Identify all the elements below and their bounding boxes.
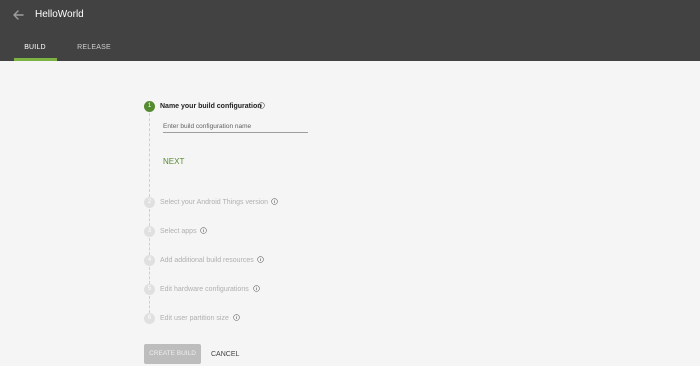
info-icon[interactable] xyxy=(258,102,265,109)
info-icon[interactable] xyxy=(257,256,264,263)
step-label: Add additional build resources xyxy=(160,257,254,264)
cancel-button[interactable]: CANCEL xyxy=(211,350,239,359)
step-connector xyxy=(149,209,150,226)
active-tab-indicator xyxy=(14,58,57,61)
app-title: HelloWorld xyxy=(35,9,84,20)
step-number: 6 xyxy=(144,313,155,324)
step-label: Edit hardware configurations xyxy=(160,286,249,293)
step-label: Select apps xyxy=(160,228,197,235)
step-label: Edit user partition size xyxy=(160,315,229,322)
step-number: 2 xyxy=(144,197,155,208)
info-icon[interactable] xyxy=(233,314,240,321)
info-icon[interactable] xyxy=(200,227,207,234)
info-icon[interactable] xyxy=(271,198,278,205)
step-number: 5 xyxy=(144,284,155,295)
next-button[interactable]: NEXT xyxy=(163,157,184,167)
build-name-input[interactable] xyxy=(163,120,308,133)
step-connector xyxy=(149,113,150,197)
step-number: 4 xyxy=(144,255,155,266)
arrow-back-icon[interactable] xyxy=(10,7,26,23)
tab-build[interactable]: BUILD xyxy=(14,38,56,59)
step-number: 3 xyxy=(144,226,155,237)
step-connector xyxy=(149,267,150,284)
step-connector xyxy=(149,238,150,255)
tab-release[interactable]: RELEASE xyxy=(70,38,118,59)
step-number: 1 xyxy=(144,101,155,112)
create-build-button[interactable]: CREATE BUILD xyxy=(144,344,201,364)
info-icon[interactable] xyxy=(253,285,260,292)
app-header: HelloWorld BUILD RELEASE xyxy=(0,0,700,61)
step-connector xyxy=(149,296,150,313)
step-label: Select your Android Things version xyxy=(160,199,269,206)
step-label: Name your build configuration xyxy=(160,103,262,110)
